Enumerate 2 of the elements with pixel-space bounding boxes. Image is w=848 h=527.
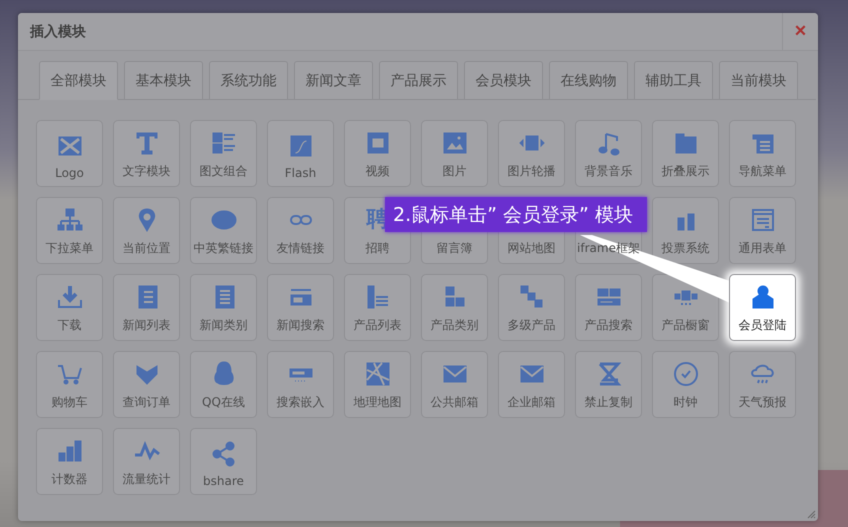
hint-tooltip: 2.鼠标单击” 会员登录” 模块 xyxy=(385,197,647,232)
dialog-title: 插入模块 xyxy=(28,22,87,40)
